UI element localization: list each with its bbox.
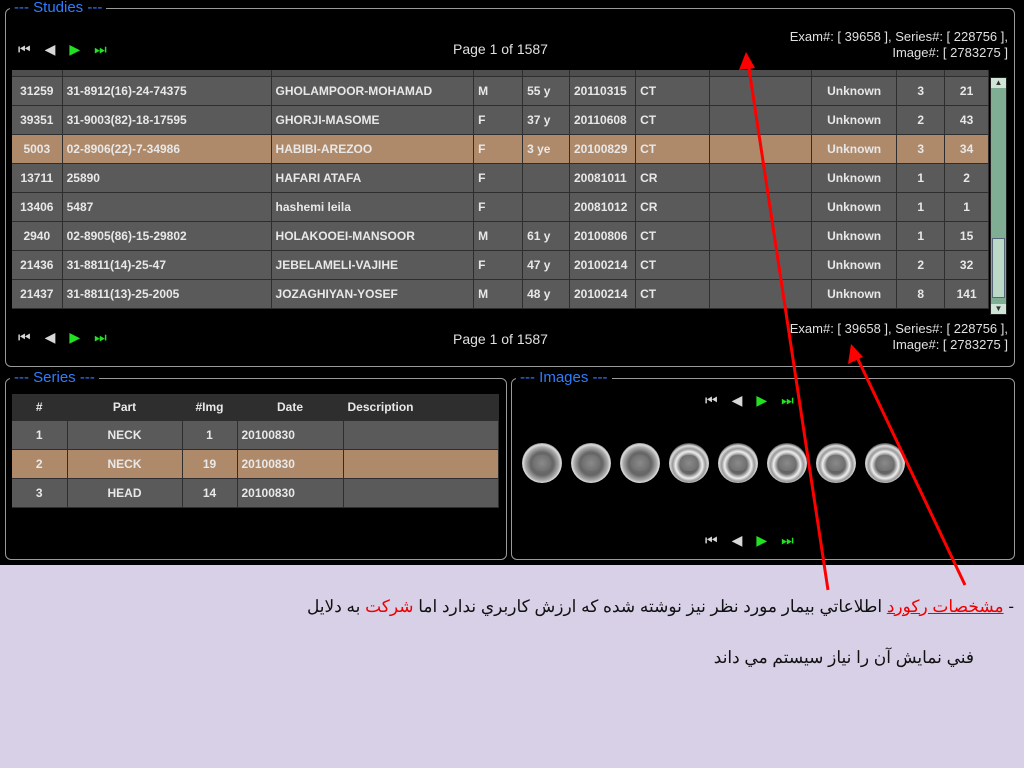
note-text-a: اطلاعاتي بيمار مورد نظر نيز نوشته شده كه… [413, 597, 887, 616]
arrow-to-exam-info-top [746, 61, 830, 591]
note-company: شركت [365, 597, 414, 616]
annotation-note-line1: - مشخصات ركورد اطلاعاتي بيمار مورد نظر ن… [307, 597, 1014, 617]
arrowhead-icon [739, 52, 755, 70]
annotation-note-line2: فني نمايش آن را نياز سيستم مي داند [713, 648, 974, 667]
note-record-specs: مشخصات ركورد [886, 597, 1004, 616]
arrowhead-icon [848, 344, 863, 364]
note-text-b: به دلايل [306, 597, 366, 616]
arrow-to-exam-info-bottom [853, 352, 967, 586]
note-dash: - [1003, 597, 1014, 616]
